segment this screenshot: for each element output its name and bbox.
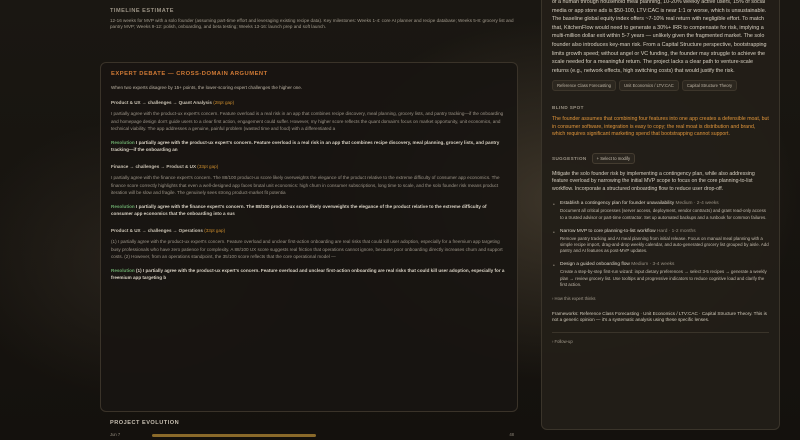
step-bullet-icon: •: [553, 229, 555, 236]
suggestion-header: SUGGESTION + Select to modify: [552, 152, 769, 164]
step-description: Remove pantry tracking and AI meal plann…: [560, 235, 769, 254]
resolution-label: Resolution: [111, 139, 135, 145]
timeline-estimate-section: TIMELINE ESTIMATE 12-16 weeks for MVP wi…: [110, 8, 514, 31]
evolution-row: Jun 7 48: [110, 432, 514, 440]
evolution-title: PROJECT EVOLUTION: [110, 420, 180, 426]
exchange-challenge: Finance → challenges → Product & UX: [111, 163, 197, 169]
exchange-body: (1) I partially agree with the product-u…: [111, 238, 503, 260]
suggestion-title: SUGGESTION: [552, 155, 587, 161]
suggestion-step[interactable]: • Design a guided onboarding flow Medium…: [552, 262, 769, 288]
step-title: Establish a contingency plan for founder…: [560, 201, 675, 207]
step-bullet-icon: •: [553, 263, 555, 270]
step-bullet-icon: •: [553, 202, 555, 209]
resolution-label: Resolution: [111, 203, 135, 209]
exchange-challenge: Product & UX → challenges → Quant Analys…: [111, 100, 212, 105]
resolution-text: I partially agree with the finance exper…: [111, 203, 487, 217]
step-meta: Medium · 3-4 weeks: [631, 262, 675, 268]
blind-spot-title: BLIND SPOT: [552, 105, 584, 111]
step-description: Create a step-by-step first-run wizard: …: [560, 269, 767, 287]
step-heading: Design a guided onboarding flow Medium ·…: [560, 262, 769, 267]
how-expert-thinks-text: Frameworks: Reference Class Forecasting …: [552, 310, 767, 323]
step-description: Document all critical processes (server …: [560, 208, 767, 220]
exchange-heading: Product & UX → challenges → Operations (…: [111, 228, 507, 233]
framework-chip: Capital Structure Theory: [681, 80, 738, 92]
step-meta: Medium · 2-4 weeks: [675, 201, 719, 207]
select-to-modify-button[interactable]: + Select to modify: [591, 152, 636, 164]
exchange-gap: (33pt gap): [204, 227, 226, 233]
resolution-label: Resolution: [111, 267, 135, 273]
step-title: Narrow MVP to core planning-to-list work…: [560, 228, 656, 234]
evolution-bar: [152, 434, 316, 437]
timeline-text: 12-16 weeks for MVP with a solo founder …: [110, 18, 514, 30]
exchange-resolution: Resolution I partially agree with the fi…: [111, 203, 507, 218]
framework-chip: Unit Economics / LTV:CAC: [619, 80, 679, 92]
main-column: TIMELINE ESTIMATE 12-16 weeks for MVP wi…: [100, 0, 518, 440]
exchange-body: I partially agree with the product-ux ex…: [111, 111, 504, 132]
framework-chip: Reference Class Forecasting: [552, 80, 616, 92]
framework-chips: Reference Class Forecasting Unit Economi…: [552, 80, 769, 92]
resolution-text: I partially agree with the product-ux ex…: [111, 139, 500, 153]
resolution-text: (1) I partially agree with the product-u…: [111, 267, 505, 281]
follow-up-toggle[interactable]: › Follow-up: [552, 339, 769, 344]
step-meta: Hard · 1-2 months: [656, 228, 696, 234]
expert-detail-panel: of a human through household meal planni…: [541, 0, 780, 430]
timeline-title: TIMELINE ESTIMATE: [110, 8, 175, 14]
exchange-gap: (28pt gap): [213, 100, 235, 105]
exchange-resolution: Resolution I partially agree with the pr…: [111, 139, 507, 154]
evolution-score: 48: [509, 432, 514, 437]
debate-exchange: Finance → challenges → Product & UX (33p…: [111, 164, 507, 218]
step-title: Design a guided onboarding flow: [560, 262, 630, 268]
debate-subtitle: When two experts disagree by 15+ points,…: [111, 85, 303, 90]
exchange-challenge: Product & UX → challenges → Operations: [111, 227, 203, 233]
debate-exchange: Product & UX → challenges → Quant Analys…: [111, 100, 507, 154]
suggestion-text: Mitigate the solo founder risk by implem…: [552, 170, 755, 192]
exchange-resolution: Resolution (1) I partially agree with th…: [111, 267, 507, 282]
exchange-gap: (33pt gap): [197, 163, 219, 169]
debate-title: EXPERT DEBATE — CROSS-DOMAIN ARGUMENT: [111, 71, 268, 77]
blind-spot-text: The founder assumes that combining four …: [552, 116, 769, 138]
suggestion-step[interactable]: • Establish a contingency plan for found…: [552, 201, 769, 220]
divider: [552, 331, 769, 333]
evolution-date: Jun 7: [110, 432, 121, 437]
step-heading: Narrow MVP to core planning-to-list work…: [560, 229, 769, 234]
exchange-heading: Finance → challenges → Product & UX (33p…: [111, 164, 507, 169]
step-heading: Establish a contingency plan for founder…: [560, 201, 769, 206]
expert-debate-card: EXPERT DEBATE — CROSS-DOMAIN ARGUMENT Wh…: [100, 62, 518, 412]
exchange-heading: Product & UX → challenges → Quant Analys…: [111, 100, 507, 105]
debate-exchange: Product & UX → challenges → Operations (…: [111, 228, 507, 282]
how-expert-thinks-toggle[interactable]: › How this expert thinks: [552, 296, 769, 301]
expert-analysis-text: of a human through household meal planni…: [552, 0, 767, 74]
project-evolution-section: PROJECT EVOLUTION Jun 7 48: [110, 420, 514, 440]
exchange-body: I partially agree with the finance exper…: [111, 174, 500, 196]
suggestion-steps: • Establish a contingency plan for found…: [552, 201, 769, 288]
suggestion-step[interactable]: • Narrow MVP to core planning-to-list wo…: [552, 229, 769, 255]
